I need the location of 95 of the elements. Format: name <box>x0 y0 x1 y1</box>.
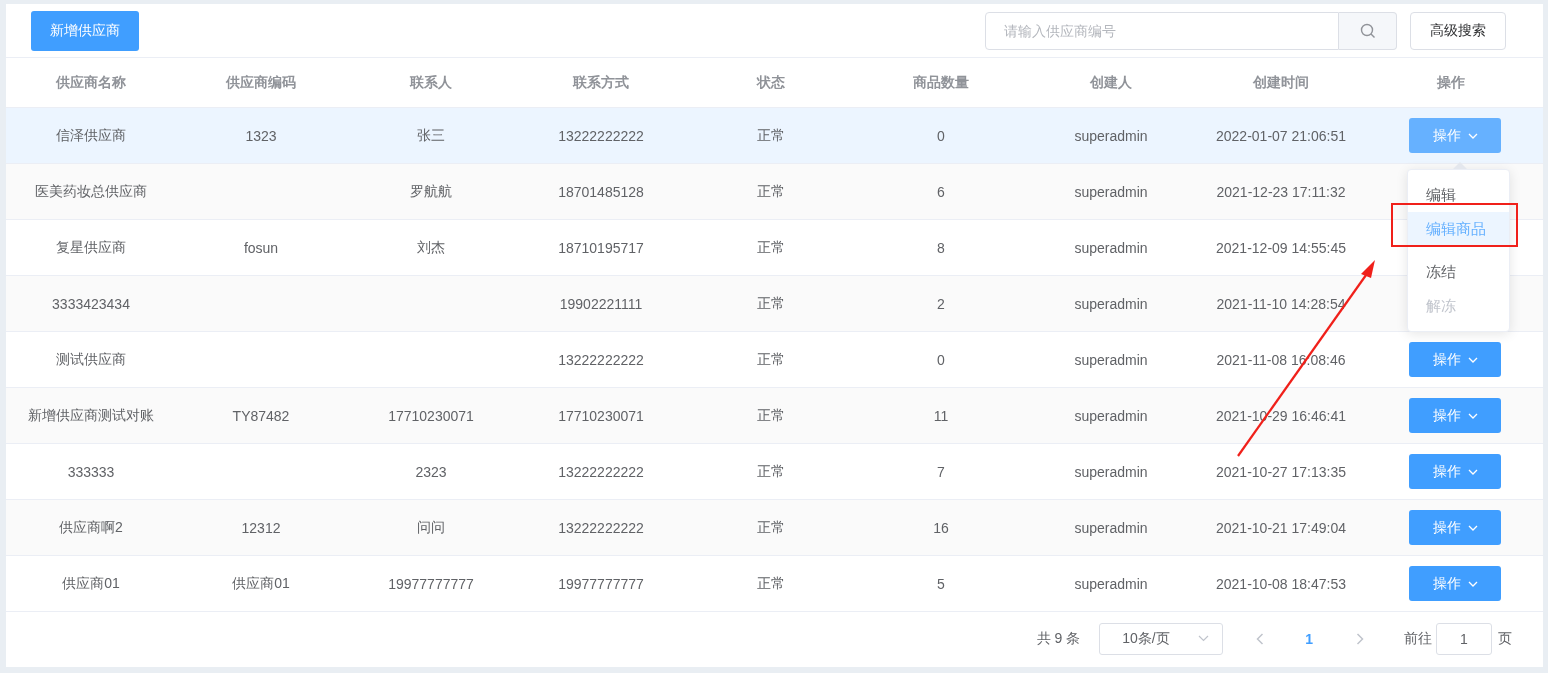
table-cell: 18701485128 <box>558 183 644 200</box>
column-header: 供应商编码 <box>226 73 296 92</box>
table-row[interactable]: 信泽供应商 1323 张三 13222222222 正常 0 superadmin 2022-01-07 21:06:51 操作 <box>6 108 1543 164</box>
total-count: 共 9 条 <box>1036 629 1081 648</box>
table-cell: superadmin <box>1074 351 1148 368</box>
table-cell: 5 <box>937 575 945 592</box>
column-header: 状态 <box>757 73 785 92</box>
next-page-icon[interactable] <box>1356 632 1364 645</box>
table-cell: 13222222222 <box>558 463 644 480</box>
table-cell: 医美药妆总供应商 <box>35 182 147 201</box>
table-cell: 2022-01-07 21:06:51 <box>1216 127 1346 144</box>
table-row[interactable]: 供应商01 供应商01 19977777777 19977777777 正常 5 superadmin 2021-10-08 18:47:53 操作 <box>6 556 1543 612</box>
table-cell: 2 <box>937 295 945 312</box>
table-cell: 13222222222 <box>558 519 644 536</box>
table-cell: 供应商01 <box>62 574 120 593</box>
table-cell: 罗航航 <box>410 182 452 201</box>
column-header: 联系人 <box>410 73 452 92</box>
page-size-select[interactable]: 10条/页 <box>1099 622 1224 655</box>
table-cell: 2021-10-27 17:13:35 <box>1216 463 1346 480</box>
table-cell: fosun <box>243 239 279 256</box>
table-cell: 新增供应商测试对账 <box>28 406 154 425</box>
table-cell: 正常 <box>757 462 785 481</box>
table-cell: 正常 <box>757 406 785 425</box>
chevron-down-icon <box>1467 580 1478 587</box>
table-cell: 333333 <box>67 463 115 480</box>
table-cell: 张三 <box>417 126 445 145</box>
table-cell: 供应商01 <box>232 574 290 593</box>
table-cell: 19977777777 <box>388 575 474 592</box>
table-cell: 2021-10-08 18:47:53 <box>1216 575 1346 592</box>
table-cell: 8 <box>937 239 945 256</box>
table-cell: superadmin <box>1074 295 1148 312</box>
table-cell: 正常 <box>757 294 785 313</box>
table-cell: 1323 <box>245 127 277 144</box>
table-cell: 正常 <box>757 574 785 593</box>
table-cell: 19902221111 <box>559 295 643 312</box>
table-cell: 2021-11-10 14:28:54 <box>1216 295 1346 312</box>
table-cell: 正常 <box>757 350 785 369</box>
table-cell: 11 <box>933 407 949 424</box>
chevron-down-icon <box>1467 356 1478 363</box>
advanced-search-button[interactable]: 高级搜索 <box>1410 11 1506 50</box>
table-cell: 16 <box>933 519 949 536</box>
table-cell: superadmin <box>1074 519 1148 536</box>
table-cell: 18710195717 <box>558 239 644 256</box>
table-cell: 刘杰 <box>417 238 445 257</box>
chevron-down-icon <box>1198 635 1210 642</box>
table-cell: 正常 <box>757 518 785 537</box>
table-cell: 0 <box>937 127 945 144</box>
column-header: 供应商名称 <box>56 73 126 92</box>
table-cell: 6 <box>937 183 945 200</box>
previous-page-icon[interactable] <box>1256 632 1265 645</box>
chevron-down-icon <box>1467 468 1478 475</box>
table-cell: 信泽供应商 <box>56 126 126 145</box>
page-input-field[interactable]: 1 <box>1436 622 1492 655</box>
table-cell: superadmin <box>1074 575 1148 592</box>
page-suffix: 页 <box>1498 629 1512 648</box>
table-cell: superadmin <box>1074 407 1148 424</box>
table-cell: 3333423434 <box>52 295 130 312</box>
chevron-down-icon <box>1467 412 1478 419</box>
table-cell: 12312 <box>241 519 281 536</box>
table-cell: 问问 <box>417 518 445 537</box>
column-header: 创建人 <box>1090 73 1132 92</box>
table-cell: 测试供应商 <box>56 350 126 369</box>
goto-label: 前往 <box>1404 629 1432 648</box>
search-icon <box>1359 22 1376 39</box>
table-cell: 2021-10-21 17:49:04 <box>1216 519 1346 536</box>
table-cell: 复星供应商 <box>56 238 126 257</box>
search-button[interactable] <box>1339 11 1397 50</box>
table-cell: 19977777777 <box>558 575 644 592</box>
table-cell: 正常 <box>757 126 785 145</box>
table-cell: superadmin <box>1074 127 1148 144</box>
table-cell: 2021-12-09 14:55:45 <box>1216 239 1346 256</box>
column-header: 操作 <box>1437 73 1465 92</box>
chevron-down-icon <box>1467 524 1478 531</box>
table-cell: 正常 <box>757 182 785 201</box>
table-cell: superadmin <box>1074 183 1148 200</box>
table-cell: 7 <box>937 463 945 480</box>
search-field[interactable]: 请输入供应商编号 <box>985 11 1339 50</box>
table-cell: 正常 <box>757 238 785 257</box>
column-header: 联系方式 <box>573 73 629 92</box>
table-cell: TY87482 <box>232 407 290 424</box>
table-row[interactable]: 供应商啊2 12312 问问 13222222222 正常 16 superadmin 2021-10-21 17:49:04 操作 <box>6 500 1543 556</box>
table-cell: 2021-12-23 17:11:32 <box>1216 183 1346 200</box>
table-cell: 13222222222 <box>558 351 644 368</box>
table-cell: 17710230071 <box>558 407 644 424</box>
table-cell: superadmin <box>1074 239 1148 256</box>
chevron-down-icon <box>1467 132 1478 139</box>
table-cell: 0 <box>937 351 945 368</box>
menu-item[interactable]: 编辑 <box>1408 178 1509 212</box>
table-cell: 17710230071 <box>388 407 474 424</box>
column-header: 创建时间 <box>1253 73 1309 92</box>
column-header: 商品数量 <box>913 73 969 92</box>
table-cell: superadmin <box>1074 463 1148 480</box>
table-cell: 供应商啊2 <box>59 518 123 537</box>
table-cell: 13222222222 <box>558 127 644 144</box>
table-cell: 2323 <box>415 463 447 480</box>
